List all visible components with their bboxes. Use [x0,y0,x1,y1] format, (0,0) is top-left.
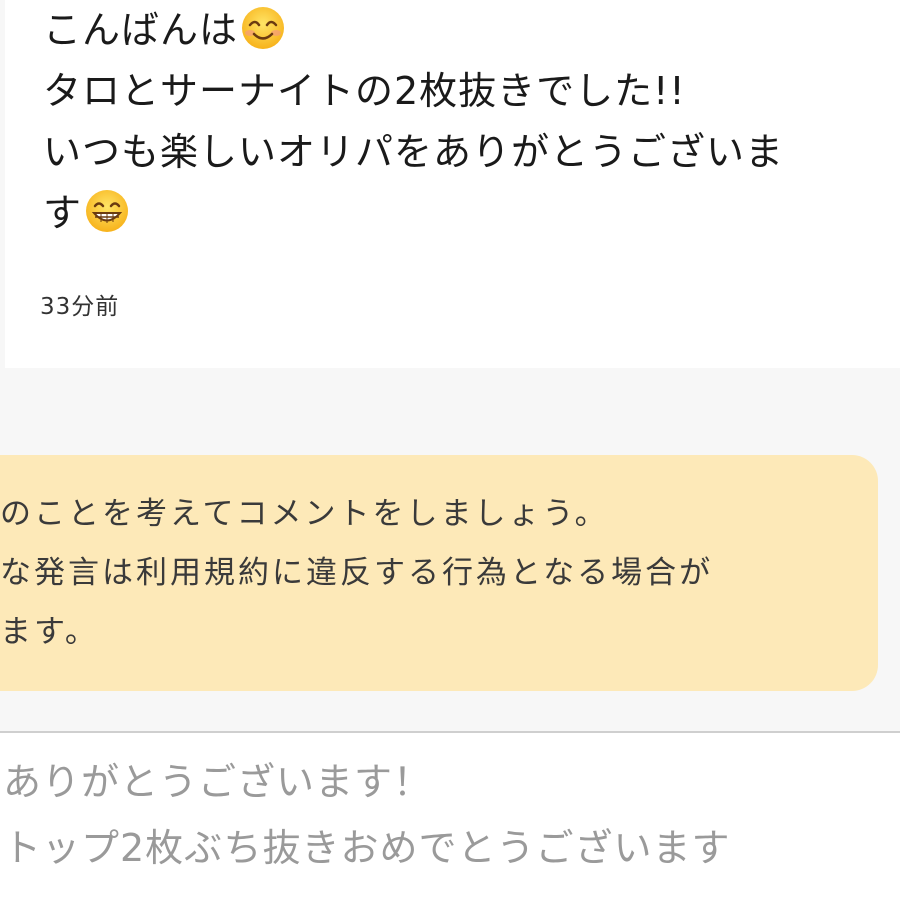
comment-card: こんばんは タロとサーナイトの2枚抜きでした!! いつも楽しいオリパをありがとう… [5,0,900,368]
grinning-face-icon [84,188,130,234]
comment-line: こんばんは [43,0,900,61]
comment-timestamp: 33分前 [40,294,120,320]
comment-body: こんばんは タロとサーナイトの2枚抜きでした!! いつも楽しいオリパをありがとう… [43,0,900,244]
comment-line: す [43,183,900,244]
comment-input-field[interactable]: ありがとうございます！ トップ2枚ぶち抜きおめでとうございます [0,731,900,900]
comment-line: タロとサーナイトの2枚抜きでした!! [43,69,686,113]
notice-line: ます。 [0,614,99,650]
comment-line: いつも楽しいオリパをありがとうございま [43,130,785,174]
notice-line: な発言は利用規約に違反する行為となる場合が [0,555,714,591]
page: こんばんは タロとサーナイトの2枚抜きでした!! いつも楽しいオリパをありがとう… [0,0,900,900]
smiling-face-icon [240,5,286,51]
notice-text: のことを考えてコメントをしましょう。 な発言は利用規約に違反する行為となる場合が… [0,485,713,662]
comment-input-text[interactable]: ありがとうございます！ トップ2枚ぶち抜きおめでとうございます [3,749,731,881]
input-line[interactable]: トップ2枚ぶち抜きおめでとうございます [3,815,731,881]
input-line[interactable]: ありがとうございます！ [3,749,731,815]
comment-line-text: す [43,191,83,235]
notice-line: のことを考えてコメントをしましょう。 [0,496,609,532]
comment-guideline-notice: のことを考えてコメントをしましょう。 な発言は利用規約に違反する行為となる場合が… [0,455,878,691]
comment-line-text: こんばんは [43,8,239,52]
